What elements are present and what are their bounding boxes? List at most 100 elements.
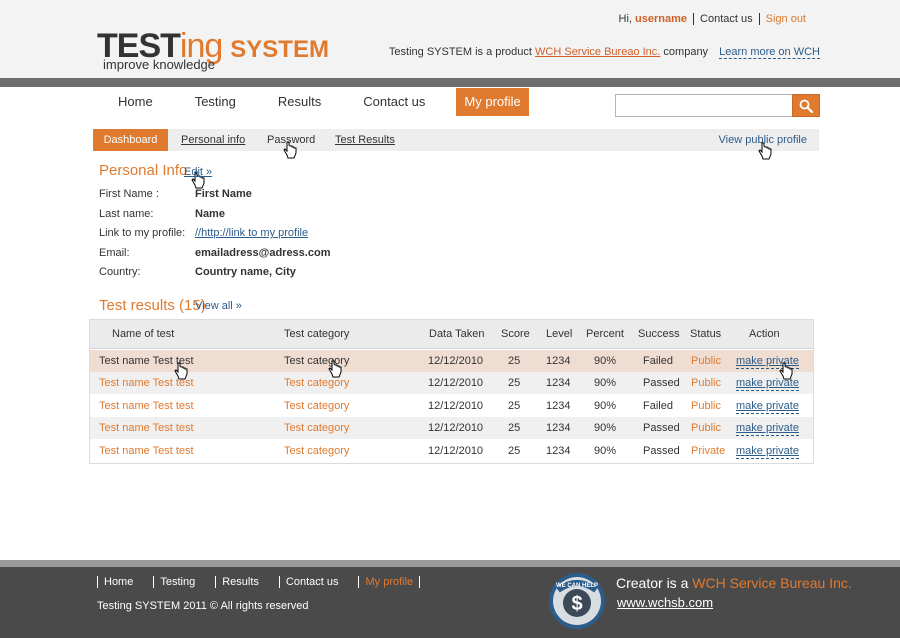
badge-text: WE CAN HELP <box>556 583 598 589</box>
hand-cursor-icon <box>328 360 342 378</box>
footer-nav-my-profile[interactable]: My profile <box>358 576 421 588</box>
table-row[interactable]: Test name Test test Test category 12/12/… <box>90 417 813 439</box>
footer-nav: Home Testing Results Contact us My profi… <box>97 576 434 588</box>
col-action[interactable]: Action <box>749 320 780 349</box>
learn-more-link[interactable]: Learn more on WCH <box>719 46 820 59</box>
logo[interactable]: TESTing SYSTEM improve knowledge <box>97 28 337 74</box>
nav-my-profile[interactable]: My profile <box>456 88 529 116</box>
email-label: Email: <box>99 247 130 259</box>
test-level: 1234 <box>546 422 571 434</box>
email-value: emailadress@adress.com <box>195 247 331 259</box>
make-private-link[interactable]: make private <box>736 399 799 414</box>
product-line: Testing SYSTEM is a product WCH Service … <box>388 46 820 59</box>
product-suffix: company <box>663 46 709 58</box>
nav-results[interactable]: Results <box>257 88 342 116</box>
tab-test-results[interactable]: Test Results <box>335 129 395 151</box>
profile-link-label: Link to my profile: <box>99 227 186 239</box>
greeting-text: Hi, <box>618 13 632 25</box>
footer-nav-testing[interactable]: Testing <box>153 576 201 588</box>
test-level: 1234 <box>546 445 571 457</box>
site-link[interactable]: www.wchsb.com <box>617 595 713 610</box>
test-status: Public <box>691 377 721 389</box>
hand-cursor-icon <box>779 362 793 380</box>
col-level[interactable]: Level <box>546 320 572 349</box>
personal-info-title: Personal Info <box>99 162 188 179</box>
test-success: Passed <box>643 422 680 434</box>
top-contact-link[interactable]: Contact us <box>694 13 759 25</box>
test-name[interactable]: Test name Test test <box>99 395 194 417</box>
col-status[interactable]: Status <box>690 320 721 349</box>
test-level: 1234 <box>546 355 571 367</box>
test-success: Failed <box>643 355 673 367</box>
we-can-help-badge-icon[interactable]: $ WE CAN HELP <box>548 572 606 630</box>
test-status: Public <box>691 400 721 412</box>
svg-text:$: $ <box>571 593 582 615</box>
col-date[interactable]: Data Taken <box>429 320 484 349</box>
test-success: Passed <box>643 445 680 457</box>
test-percent: 90% <box>594 377 617 389</box>
test-score: 25 <box>508 355 521 367</box>
view-all-link[interactable]: View all » <box>195 300 242 312</box>
test-score: 25 <box>508 422 521 434</box>
test-results-table: Name of test Test category Data Taken Sc… <box>89 319 814 464</box>
nav-contact-us[interactable]: Contact us <box>342 88 446 116</box>
edit-link[interactable]: Edit » <box>184 166 212 178</box>
tab-personal-info[interactable]: Personal info <box>181 129 245 151</box>
test-category[interactable]: Test category <box>284 395 349 417</box>
col-success[interactable]: Success <box>638 320 680 349</box>
footer-nav-contact-us[interactable]: Contact us <box>278 576 345 588</box>
nav-testing[interactable]: Testing <box>174 88 257 116</box>
table-row[interactable]: Test name Test test Test category 12/12/… <box>90 350 813 372</box>
test-name[interactable]: Test name Test test <box>99 440 194 462</box>
profile-subtabs: Dashboard Personal info Password Test Re… <box>93 129 819 151</box>
hand-cursor-icon <box>174 362 188 380</box>
test-date: 12/12/2010 <box>428 355 484 367</box>
username[interactable]: username <box>635 13 687 25</box>
make-private-link[interactable]: make private <box>736 421 799 436</box>
test-percent: 90% <box>594 422 617 434</box>
test-date: 12/12/2010 <box>428 445 484 457</box>
country-label: Country: <box>99 266 141 278</box>
test-category[interactable]: Test category <box>284 440 349 462</box>
creator-prefix: Creator is a <box>616 575 689 591</box>
test-date: 12/12/2010 <box>428 422 484 434</box>
test-status: Public <box>691 422 721 434</box>
product-prefix: Testing SYSTEM is a product <box>388 46 532 58</box>
test-category[interactable]: Test category <box>284 417 349 439</box>
search-box <box>615 94 820 117</box>
test-success: Failed <box>643 400 673 412</box>
make-private-link[interactable]: make private <box>736 444 799 459</box>
first-name-label: First Name : <box>99 188 159 200</box>
creator-line: Creator is a WCH Service Bureau Inc. <box>616 575 852 591</box>
test-percent: 90% <box>594 355 617 367</box>
hand-cursor-icon <box>758 142 772 160</box>
table-row[interactable]: Test name Test test Test category 12/12/… <box>90 395 813 417</box>
table-header: Name of test Test category Data Taken Sc… <box>90 320 813 349</box>
col-name[interactable]: Name of test <box>112 320 174 349</box>
test-level: 1234 <box>546 400 571 412</box>
col-category[interactable]: Test category <box>284 320 349 349</box>
test-results-title: Test results (15) <box>99 297 206 314</box>
header: TESTing SYSTEM improve knowledge Hi, user… <box>0 0 900 78</box>
col-score[interactable]: Score <box>501 320 530 349</box>
search-input[interactable] <box>615 94 793 117</box>
test-success: Passed <box>643 377 680 389</box>
table-row[interactable]: Test name Test test Test category 12/12/… <box>90 372 813 394</box>
last-name-label: Last name: <box>99 208 154 220</box>
tab-dashboard[interactable]: Dashboard <box>93 129 168 151</box>
footer-nav-results[interactable]: Results <box>215 576 265 588</box>
test-percent: 90% <box>594 400 617 412</box>
test-score: 25 <box>508 377 521 389</box>
product-company-link[interactable]: WCH Service Bureao Inc. <box>535 46 660 58</box>
profile-link[interactable]: //http://link to my profile <box>195 227 308 239</box>
creator-org-link[interactable]: WCH Service Bureau Inc. <box>692 575 852 591</box>
test-score: 25 <box>508 445 521 457</box>
greeting: Hi, username <box>613 13 694 25</box>
sign-out-link[interactable]: Sign out <box>760 13 812 25</box>
nav-home[interactable]: Home <box>97 88 174 116</box>
footer-nav-home[interactable]: Home <box>97 576 139 588</box>
table-row[interactable]: Test name Test test Test category 12/12/… <box>90 440 813 462</box>
col-percent[interactable]: Percent <box>586 320 624 349</box>
test-name[interactable]: Test name Test test <box>99 417 194 439</box>
search-button[interactable] <box>792 94 820 117</box>
